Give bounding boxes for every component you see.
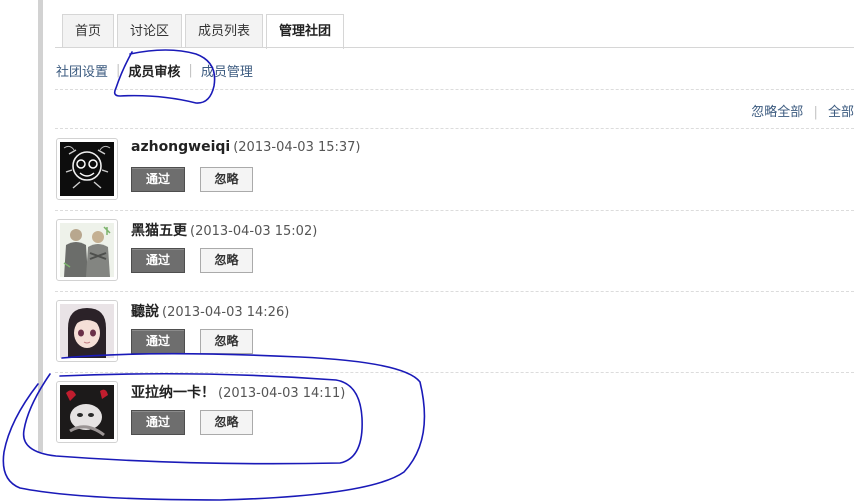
member-name: azhongweiqi (2013-04-03 15:37) xyxy=(131,139,361,155)
avatar-image xyxy=(60,385,114,439)
request-time: (2013-04-03 15:02) xyxy=(190,224,318,239)
avatar-image xyxy=(60,304,114,358)
manage-subnav: 社团设置 | 成员审核 | 成员管理 xyxy=(56,61,253,80)
divider xyxy=(55,372,854,373)
member-name: 聽說 (2013-04-03 14:26) xyxy=(131,301,289,321)
member-request: azhongweiqi (2013-04-03 15:37) 通过 忽略 xyxy=(56,138,854,208)
divider xyxy=(55,291,854,292)
ignore-button[interactable]: 忽略 xyxy=(200,167,253,192)
member-name: 黑猫五更 (2013-04-03 15:02) xyxy=(131,220,317,240)
tab-divider xyxy=(55,47,854,48)
avatar[interactable] xyxy=(56,381,118,443)
avatar[interactable] xyxy=(56,219,118,281)
member-name-text: 黑猫五更 xyxy=(131,223,187,239)
tab-manage-group[interactable]: 管理社团 xyxy=(266,14,345,49)
avatar[interactable] xyxy=(56,300,118,362)
subnav-group-settings[interactable]: 社团设置 xyxy=(56,61,108,80)
approve-all-link[interactable]: 全部 xyxy=(828,105,854,120)
tab-member-list[interactable]: 成员列表 xyxy=(185,14,264,48)
avatar[interactable] xyxy=(56,138,118,200)
left-border xyxy=(38,0,43,452)
subnav-member-management[interactable]: 成员管理 xyxy=(201,61,253,80)
divider xyxy=(55,210,854,211)
request-time: (2013-04-03 15:37) xyxy=(233,140,361,155)
subnav-member-review[interactable]: 成员审核 xyxy=(128,61,180,80)
member-request: 黑猫五更 (2013-04-03 15:02) 通过 忽略 xyxy=(56,219,854,289)
avatar-image xyxy=(60,223,114,277)
tab-discussion[interactable]: 讨论区 xyxy=(117,14,183,48)
member-name-text: 聽說 xyxy=(131,304,159,320)
member-request: 聽說 (2013-04-03 14:26) 通过 忽略 xyxy=(56,300,854,370)
avatar-image xyxy=(60,142,114,196)
member-name: 亚拉纳一卡！ (2013-04-03 14:11) xyxy=(131,382,345,402)
member-name-text: azhongweiqi xyxy=(131,139,231,155)
request-time: (2013-04-03 14:26) xyxy=(162,305,290,320)
bulk-actions: 忽略全部 | 全部 xyxy=(751,101,854,120)
bulk-actions-separator: | xyxy=(813,105,818,120)
ignore-button[interactable]: 忽略 xyxy=(200,410,253,435)
approve-button[interactable]: 通过 xyxy=(131,167,185,192)
ignore-button[interactable]: 忽略 xyxy=(200,329,253,354)
divider xyxy=(55,128,854,129)
tab-home[interactable]: 首页 xyxy=(62,14,115,48)
ignore-button[interactable]: 忽略 xyxy=(200,248,253,273)
member-name-text: 亚拉纳一卡！ xyxy=(131,385,215,401)
approve-button[interactable]: 通过 xyxy=(131,329,185,354)
group-tabs: 首页 讨论区 成员列表 管理社团 xyxy=(62,14,347,49)
approve-button[interactable]: 通过 xyxy=(131,410,185,435)
subnav-separator: | xyxy=(116,63,121,78)
approve-button[interactable]: 通过 xyxy=(131,248,185,273)
ignore-all-link[interactable]: 忽略全部 xyxy=(751,105,803,120)
divider xyxy=(55,89,854,90)
member-request: 亚拉纳一卡！ (2013-04-03 14:11) 通过 忽略 xyxy=(56,381,854,451)
request-time: (2013-04-03 14:11) xyxy=(218,386,346,401)
subnav-separator: | xyxy=(188,63,193,78)
